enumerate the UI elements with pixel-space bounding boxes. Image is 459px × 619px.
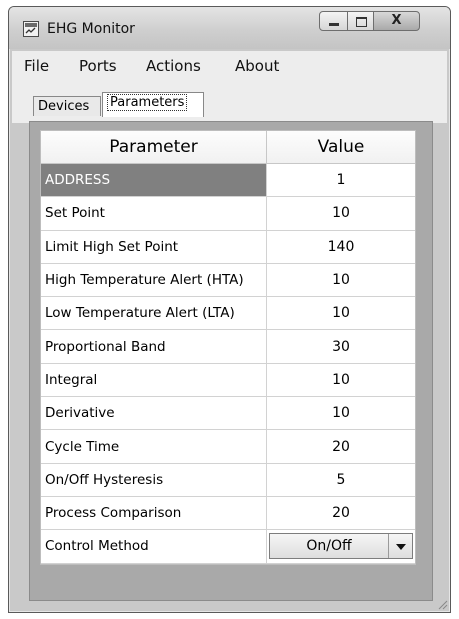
table-row[interactable]: Set Point 10 — [41, 197, 415, 231]
tab-parameters-label: Parameters — [107, 94, 188, 111]
header-parameter[interactable]: Parameter — [41, 131, 267, 163]
parameter-name-cell[interactable]: ADDRESS — [41, 164, 267, 197]
table-row[interactable]: Integral 10 — [41, 363, 415, 398]
parameter-name-cell[interactable]: High Temperature Alert (HTA) — [41, 263, 267, 297]
close-button[interactable]: X — [373, 11, 420, 31]
parameter-name-cell[interactable]: Limit High Set Point — [41, 230, 267, 263]
parameter-name-cell[interactable]: Process Comparison — [41, 496, 267, 530]
grid-rows: ADDRESS 1 Set Point 10 Limit High Set Point 1… — [41, 164, 415, 564]
table-row[interactable]: High Temperature Alert (HTA) 10 — [41, 263, 415, 298]
parameters-panel: Parameter Value ADDRESS 1 Set Point 10 Limit… — [29, 121, 433, 601]
parameter-value-cell[interactable]: 10 — [267, 397, 415, 429]
parameter-name-cell[interactable]: Proportional Band — [41, 330, 267, 363]
dropdown-value: On/Off — [306, 538, 352, 555]
menu-bar: File Ports Actions About — [12, 51, 447, 81]
table-row[interactable]: On/Off Hysteresis 5 — [41, 463, 415, 497]
app-icon — [23, 21, 39, 37]
table-row[interactable]: Process Comparison 20 — [41, 496, 415, 531]
table-row[interactable]: ADDRESS 1 — [41, 164, 415, 198]
tab-devices[interactable]: Devices — [33, 96, 101, 116]
parameter-value-cell[interactable]: 5 — [267, 464, 415, 496]
menu-file[interactable]: File — [24, 57, 49, 75]
maximize-button[interactable] — [347, 11, 374, 31]
parameter-value-cell[interactable]: 1 — [267, 164, 415, 196]
parameter-value-cell[interactable]: 20 — [267, 430, 415, 462]
parameters-grid: Parameter Value ADDRESS 1 Set Point 10 Limit… — [40, 130, 416, 565]
chevron-down-icon[interactable] — [396, 544, 406, 551]
minimize-button[interactable] — [319, 11, 348, 31]
table-row[interactable]: Cycle Time 20 — [41, 430, 415, 464]
parameter-name-cell[interactable]: Control Method — [41, 530, 267, 563]
parameter-name-cell[interactable]: Derivative — [41, 397, 267, 430]
parameter-value-cell[interactable]: 10 — [267, 364, 415, 396]
parameter-value-cell[interactable]: 30 — [267, 330, 415, 362]
parameter-value-cell[interactable]: On/Off — [267, 530, 415, 562]
parameter-value-cell[interactable]: 10 — [267, 264, 415, 296]
menu-actions[interactable]: Actions — [146, 57, 201, 75]
menu-ports[interactable]: Ports — [79, 57, 117, 75]
control-method-dropdown[interactable]: On/Off — [269, 533, 413, 560]
header-value[interactable]: Value — [267, 131, 415, 163]
dropdown-separator — [388, 534, 389, 559]
tab-devices-label: Devices — [38, 99, 90, 114]
parameter-name-cell[interactable]: Cycle Time — [41, 430, 267, 463]
table-row[interactable]: Derivative 10 — [41, 397, 415, 431]
table-row[interactable]: Proportional Band 30 — [41, 330, 415, 364]
parameter-value-cell[interactable]: 10 — [267, 197, 415, 229]
table-row[interactable]: Limit High Set Point 140 — [41, 230, 415, 264]
table-row[interactable]: Low Temperature Alert (LTA) 10 — [41, 297, 415, 331]
parameter-name-cell[interactable]: Set Point — [41, 197, 267, 230]
parameter-value-cell[interactable]: 140 — [267, 231, 415, 263]
parameter-name-cell[interactable]: Low Temperature Alert (LTA) — [41, 297, 267, 330]
tab-strip: Devices Parameters — [12, 81, 447, 123]
resize-grip-icon[interactable] — [436, 598, 448, 610]
menu-about[interactable]: About — [235, 57, 279, 75]
grid-header: Parameter Value — [41, 131, 415, 164]
window-title: EHG Monitor — [47, 21, 135, 37]
parameter-value-cell[interactable]: 10 — [267, 297, 415, 329]
table-row[interactable]: Control Method On/Off — [41, 530, 415, 564]
app-window: EHG Monitor X File Ports Actions About D… — [8, 6, 451, 613]
parameter-name-cell[interactable]: Integral — [41, 363, 267, 397]
tab-parameters[interactable]: Parameters — [102, 92, 204, 117]
title-bar[interactable]: EHG Monitor X — [9, 7, 450, 49]
close-icon: X — [391, 13, 402, 28]
parameter-name-cell[interactable]: On/Off Hysteresis — [41, 463, 267, 496]
parameter-value-cell[interactable]: 20 — [267, 497, 415, 529]
